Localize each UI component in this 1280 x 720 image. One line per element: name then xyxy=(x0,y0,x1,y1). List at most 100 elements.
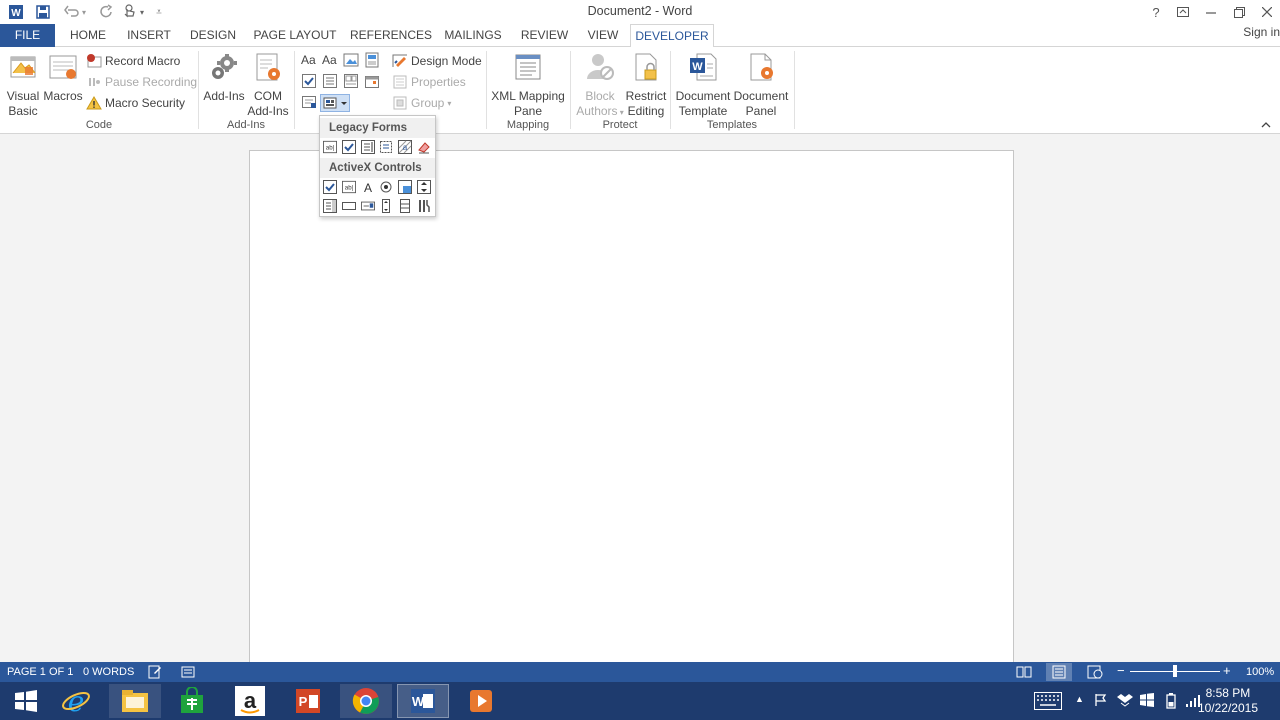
activex-image-icon[interactable] xyxy=(397,179,413,195)
zoom-slider[interactable] xyxy=(1130,665,1220,677)
activex-list-box-icon[interactable] xyxy=(360,198,376,214)
pause-recording-button[interactable]: Pause Recording xyxy=(86,73,197,91)
keyboard-icon[interactable] xyxy=(1034,692,1062,713)
design-mode-button[interactable]: Design Mode xyxy=(392,52,482,70)
com-add-ins-button[interactable]: COM Add-Ins xyxy=(246,51,290,119)
group-separator xyxy=(794,51,795,129)
block-authors-button[interactable]: Block Authors ▾ xyxy=(576,51,624,120)
tab-insert[interactable]: INSERT xyxy=(122,24,176,47)
battery-icon[interactable] xyxy=(1166,693,1176,712)
visual-basic-label-1: Visual xyxy=(6,89,40,103)
activex-check-box-icon[interactable] xyxy=(322,179,338,195)
tab-developer[interactable]: DEVELOPER xyxy=(630,24,714,48)
picture-content-control-icon[interactable] xyxy=(343,52,359,68)
drop-down-form-field-icon[interactable] xyxy=(360,139,376,155)
zoom-out-icon[interactable]: − xyxy=(1117,663,1125,678)
tab-page-layout[interactable]: PAGE LAYOUT xyxy=(252,24,338,47)
activex-scroll-bar-icon[interactable] xyxy=(397,198,413,214)
activex-spin-button-icon[interactable] xyxy=(416,179,432,195)
document-page[interactable] xyxy=(249,150,1014,670)
zoom-in-icon[interactable]: + xyxy=(1223,663,1231,678)
dropbox-icon[interactable] xyxy=(1117,693,1133,710)
restrict-editing-label-1: Restrict xyxy=(625,89,667,103)
drop-down-list-content-control-icon[interactable] xyxy=(343,73,359,89)
show-hidden-icons[interactable]: ▲ xyxy=(1075,694,1084,704)
visual-basic-button[interactable]: Visual Basic xyxy=(4,51,42,119)
restrict-editing-button[interactable]: Restrict Editing xyxy=(624,51,668,119)
amazon-icon[interactable]: a xyxy=(224,684,276,718)
read-mode-icon[interactable] xyxy=(1016,665,1032,682)
zoom-level[interactable]: 100% xyxy=(1246,666,1274,678)
ribbon-display-options-icon[interactable] xyxy=(1172,2,1194,22)
activex-text-box-icon[interactable]: ab| xyxy=(341,179,357,195)
repeating-section-content-control-icon[interactable] xyxy=(301,94,317,110)
tab-file[interactable]: FILE xyxy=(0,24,55,47)
file-explorer-icon[interactable] xyxy=(109,684,161,718)
tab-review[interactable]: REVIEW xyxy=(517,24,572,47)
tab-references[interactable]: REFERENCES xyxy=(350,24,432,47)
activex-toggle-button-icon[interactable] xyxy=(378,198,394,214)
document-panel-button[interactable]: Document Panel xyxy=(732,51,790,119)
internet-explorer-icon[interactable]: e xyxy=(50,684,102,718)
insert-frame-icon[interactable] xyxy=(378,139,394,155)
web-layout-icon[interactable] xyxy=(1087,665,1103,682)
xml-mapping-pane-button[interactable]: XML Mapping Pane xyxy=(490,51,566,119)
svg-text:W: W xyxy=(692,61,703,73)
taskbar: e a P W ▲ 8:58 PM 10/22/2015 xyxy=(0,682,1280,720)
more-controls-icon[interactable] xyxy=(416,198,432,214)
help-button[interactable]: ? xyxy=(1145,2,1167,22)
chrome-icon[interactable] xyxy=(340,684,392,718)
properties-label: Properties xyxy=(411,75,466,89)
group-dropdown-icon: ▾ xyxy=(447,98,452,108)
properties-button[interactable]: Properties xyxy=(392,73,466,91)
add-ins-button[interactable]: Add-Ins xyxy=(202,51,246,104)
page-count[interactable]: PAGE 1 OF 1 xyxy=(7,666,73,678)
tab-design[interactable]: DESIGN xyxy=(186,24,240,47)
combo-box-content-control-icon[interactable] xyxy=(322,73,338,89)
tab-view[interactable]: VIEW xyxy=(583,24,623,47)
activex-combo-box-icon[interactable] xyxy=(322,198,338,214)
zoom-slider-thumb[interactable] xyxy=(1173,665,1177,677)
macros-button[interactable]: Macros xyxy=(43,51,83,104)
building-block-gallery-icon[interactable] xyxy=(364,52,380,68)
macro-security-button[interactable]: Macro Security xyxy=(86,94,185,112)
text-form-field-icon[interactable]: ab| xyxy=(322,139,338,155)
date-picker-content-control-icon[interactable] xyxy=(364,73,380,89)
action-center-flag-icon[interactable] xyxy=(1094,693,1108,710)
document-template-button[interactable]: W Document Template xyxy=(674,51,732,119)
tab-home[interactable]: HOME xyxy=(62,24,114,47)
minimize-icon[interactable] xyxy=(1200,2,1222,22)
form-field-shading-icon[interactable]: a xyxy=(397,139,413,155)
activex-label-icon[interactable]: A xyxy=(360,179,376,195)
reset-form-fields-icon[interactable] xyxy=(416,139,432,155)
protect-group-label: Protect xyxy=(602,119,638,131)
plain-text-content-control-icon[interactable]: Aa xyxy=(322,52,338,68)
tab-mailings[interactable]: MAILINGS xyxy=(441,24,505,47)
store-icon[interactable] xyxy=(166,684,218,718)
word-icon[interactable]: W xyxy=(397,684,449,718)
activex-option-button-icon[interactable] xyxy=(378,179,394,195)
legacy-tools-button[interactable] xyxy=(320,94,350,112)
restore-icon[interactable] xyxy=(1228,2,1250,22)
restrict-editing-icon xyxy=(624,51,668,87)
media-player-icon[interactable] xyxy=(455,684,507,718)
windows-icon[interactable] xyxy=(1140,693,1154,710)
rich-text-content-control-icon[interactable]: Aa xyxy=(301,52,317,68)
proofing-icon[interactable] xyxy=(148,665,162,682)
close-icon[interactable] xyxy=(1256,2,1278,22)
record-macro-button[interactable]: Record Macro xyxy=(86,52,180,70)
sign-in-link[interactable]: Sign in xyxy=(1243,25,1280,39)
clock[interactable]: 8:58 PM 10/22/2015 xyxy=(1198,686,1258,716)
windows-start-icon[interactable] xyxy=(0,684,52,718)
properties-icon xyxy=(392,74,408,90)
powerpoint-icon[interactable]: P xyxy=(282,684,334,718)
macro-recording-icon[interactable] xyxy=(181,665,195,682)
check-box-content-control-icon[interactable] xyxy=(301,73,317,89)
chevron-up-icon[interactable] xyxy=(1260,119,1272,131)
word-count[interactable]: 0 WORDS xyxy=(83,666,134,678)
group-button[interactable]: Group ▾ xyxy=(392,94,451,112)
activex-command-button-icon[interactable] xyxy=(341,198,357,214)
check-box-form-field-icon[interactable] xyxy=(341,139,357,155)
group-separator xyxy=(198,51,199,129)
print-layout-icon[interactable] xyxy=(1046,663,1072,681)
